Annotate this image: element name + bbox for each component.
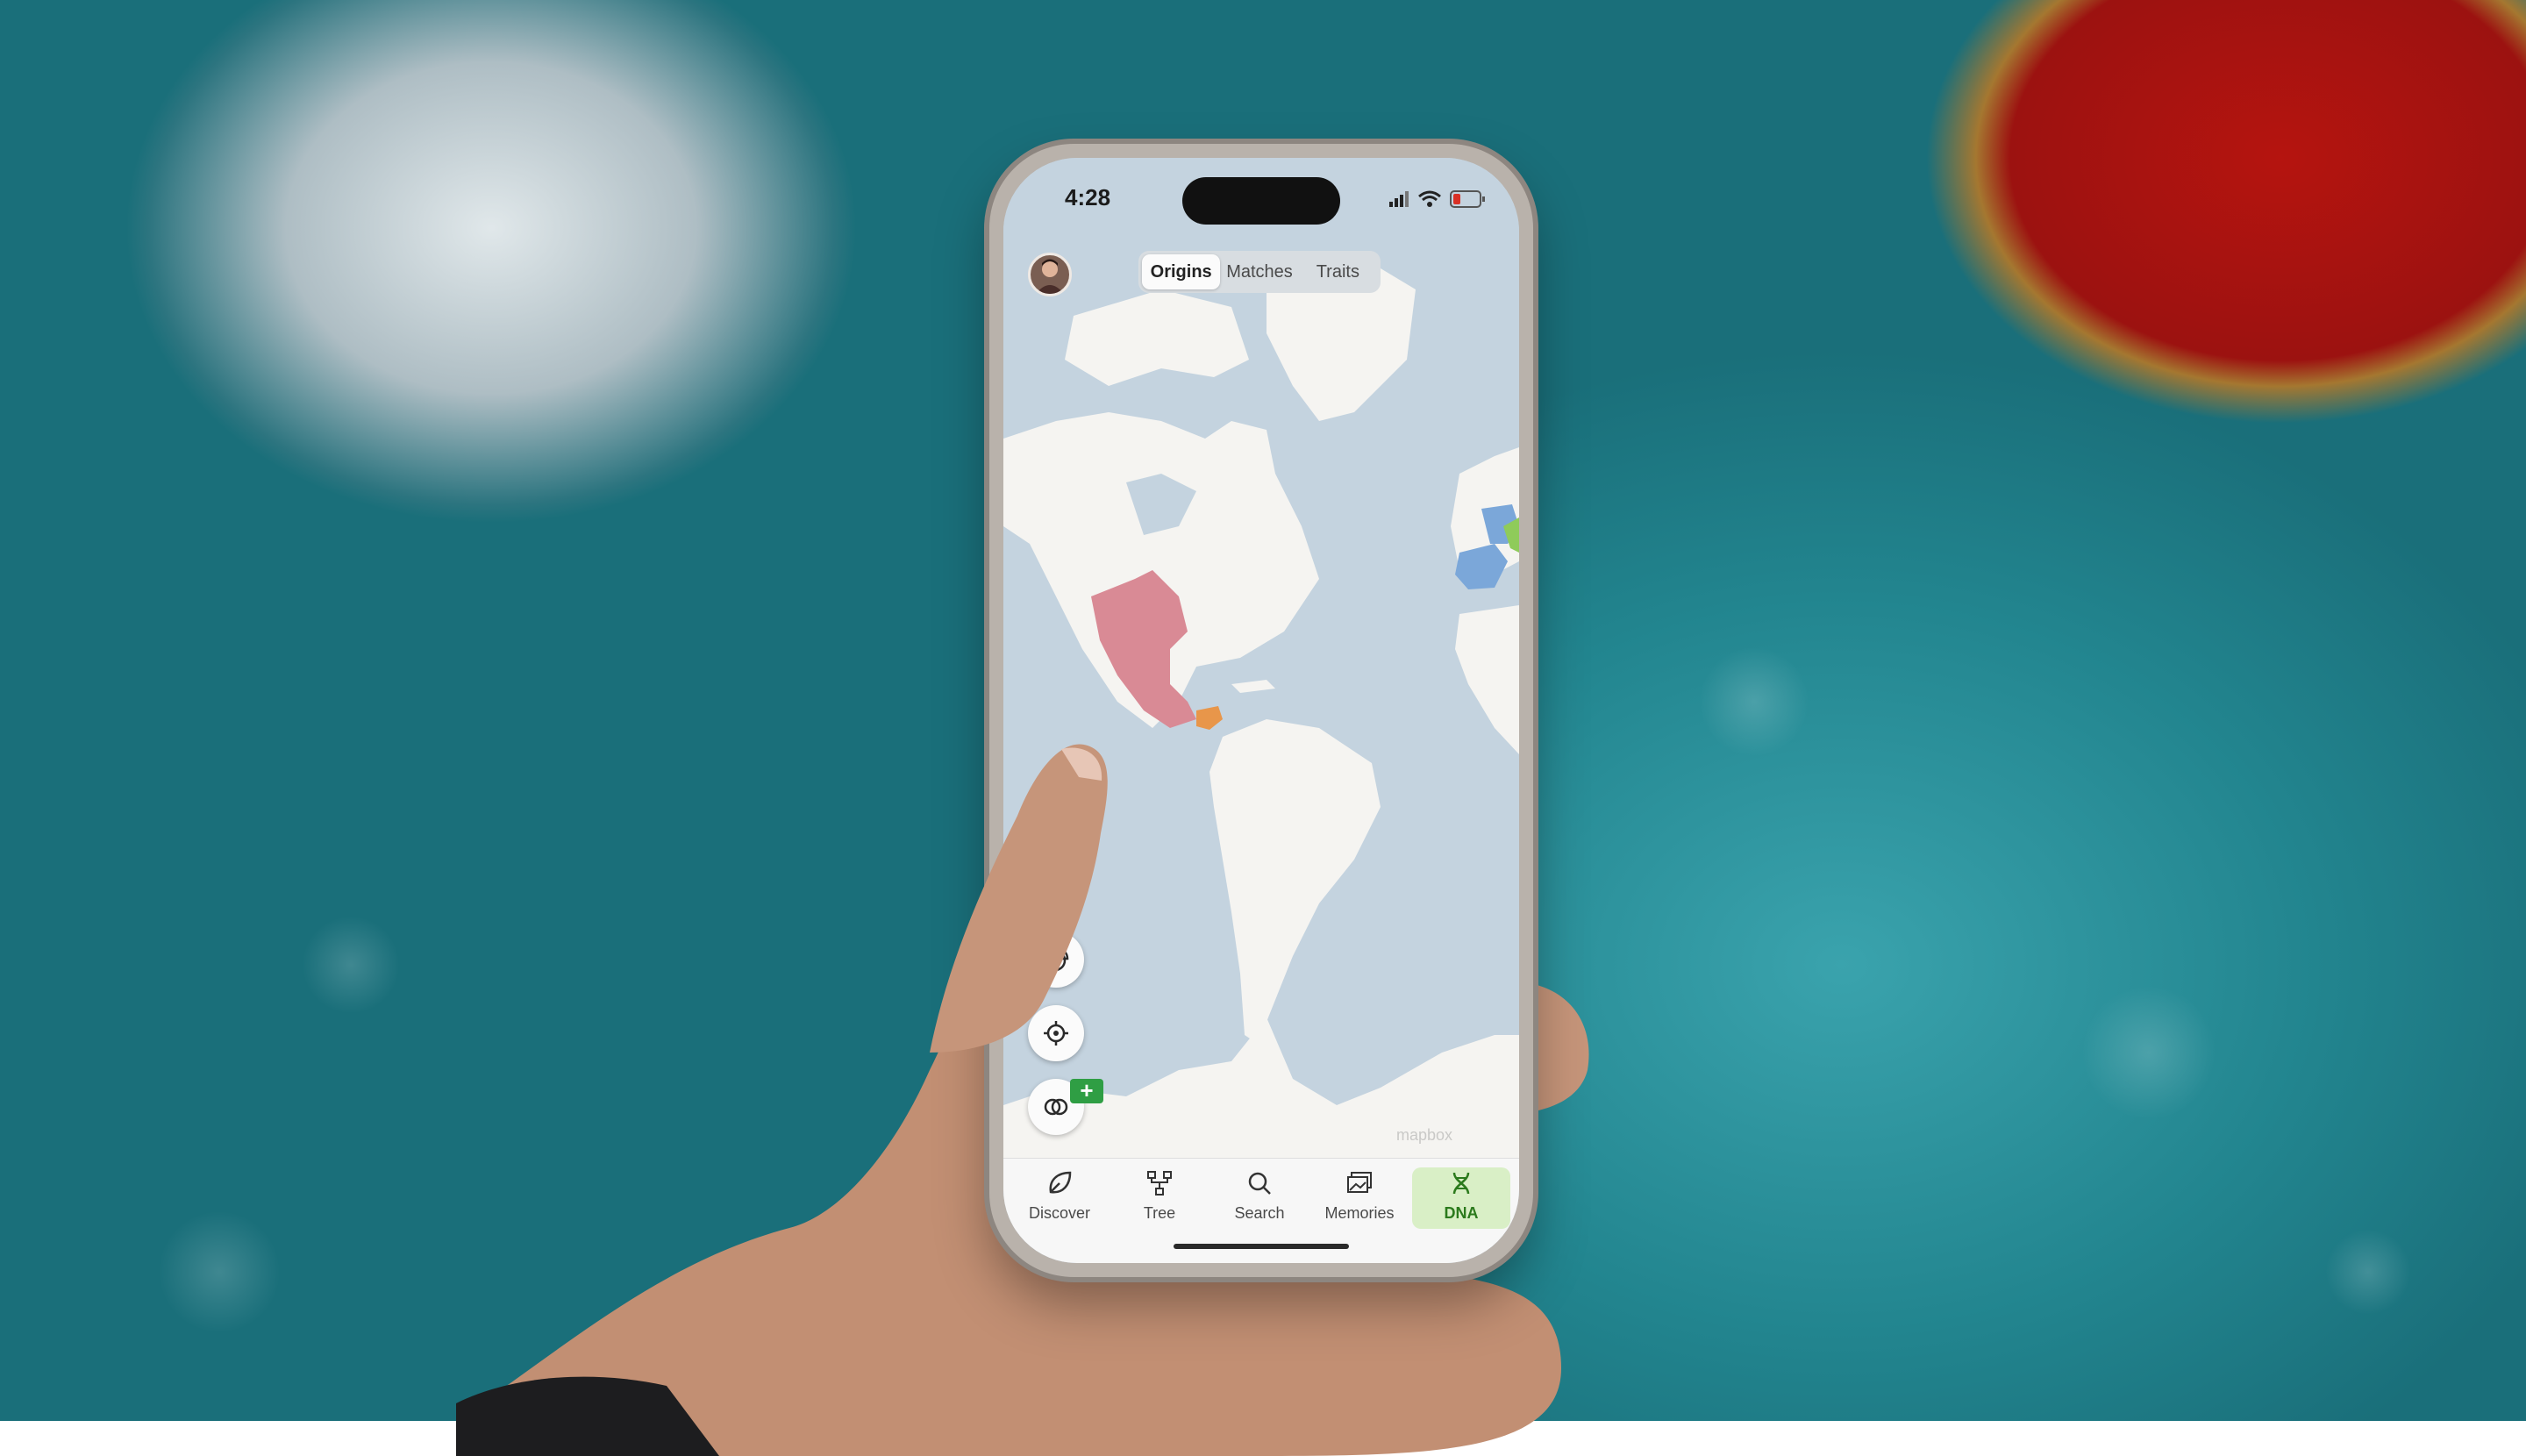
profile-avatar[interactable] <box>1028 253 1072 296</box>
tab-traits[interactable]: Traits <box>1299 254 1377 289</box>
nav-memories-label: Memories <box>1324 1204 1395 1222</box>
nav-discover-label: Discover <box>1028 1204 1090 1222</box>
leaf-icon <box>1049 1171 1072 1194</box>
nav-search[interactable]: Search <box>1210 1167 1309 1229</box>
battery-low-icon <box>1450 190 1485 208</box>
tab-matches[interactable]: Matches <box>1220 254 1298 289</box>
wifi-icon <box>1418 190 1441 207</box>
search-icon <box>1248 1172 1271 1195</box>
phone-frame: 4:28 Origins Matches Traits + mapbox Dis… <box>989 144 1533 1277</box>
home-indicator[interactable] <box>1174 1244 1349 1249</box>
status-bar: 4:28 <box>1003 158 1519 235</box>
family-tree-icon <box>1147 1171 1172 1195</box>
thumb <box>930 744 1108 1053</box>
new-badge: + <box>1070 1079 1103 1103</box>
status-time: 4:28 <box>1065 184 1111 211</box>
nav-dna-label: DNA <box>1444 1204 1479 1222</box>
nav-discover[interactable]: Discover <box>1010 1167 1109 1229</box>
app-screen: 4:28 Origins Matches Traits + mapbox Dis… <box>1003 158 1519 1263</box>
status-icons <box>1389 190 1485 208</box>
nav-memories[interactable]: Memories <box>1310 1167 1409 1229</box>
dynamic-island <box>1182 177 1340 225</box>
signal-bars-icon <box>1389 191 1409 207</box>
nav-tree-label: Tree <box>1143 1204 1176 1222</box>
linked-rings-icon <box>1044 1098 1068 1116</box>
person-icon <box>1036 259 1064 294</box>
mapbox-watermark: mapbox <box>1396 1126 1453 1144</box>
photos-icon <box>1347 1172 1372 1193</box>
dna-icon <box>1452 1172 1470 1195</box>
nav-dna[interactable]: DNA <box>1412 1167 1510 1229</box>
tab-origins[interactable]: Origins <box>1142 254 1221 289</box>
segment-tabs: Origins Matches Traits <box>1138 251 1381 293</box>
nav-tree[interactable]: Tree <box>1110 1167 1209 1229</box>
nav-search-label: Search <box>1234 1204 1285 1222</box>
